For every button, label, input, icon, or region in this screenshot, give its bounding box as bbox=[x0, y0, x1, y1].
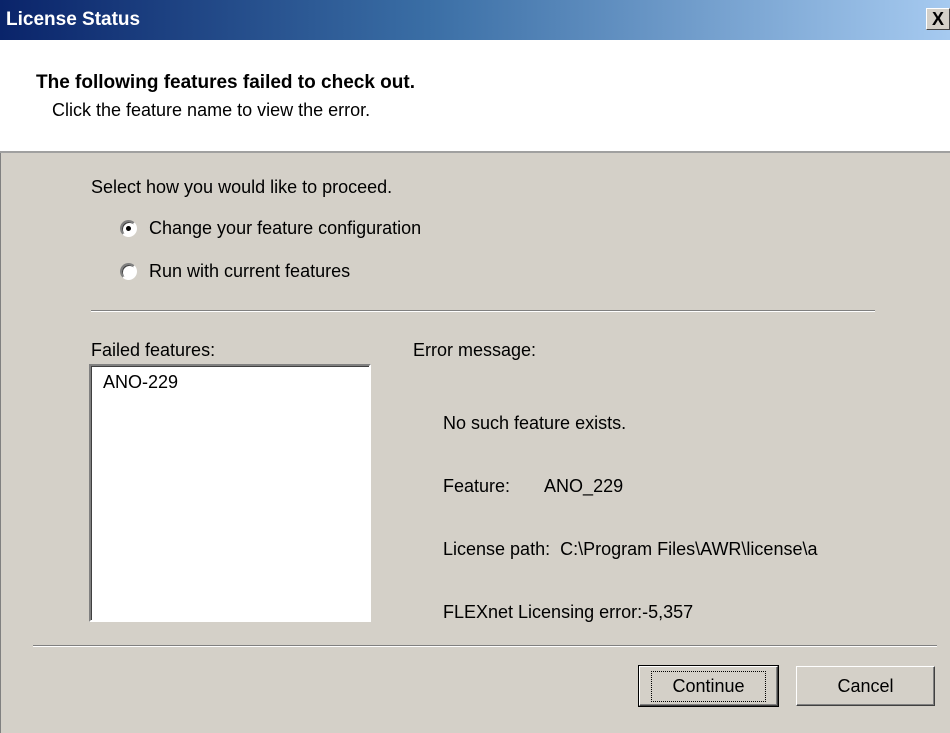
cancel-button-label[interactable]: Cancel bbox=[837, 676, 893, 697]
radio-button-unchecked[interactable] bbox=[120, 263, 137, 280]
close-icon: X bbox=[931, 9, 944, 29]
close-button[interactable]: X bbox=[926, 8, 950, 30]
radio-button-checked[interactable] bbox=[120, 220, 137, 237]
dialog-left-border bbox=[0, 153, 6, 733]
continue-button[interactable]: Continue bbox=[638, 665, 779, 707]
list-item[interactable]: ANO-229 bbox=[103, 372, 369, 393]
error-message-body: No such feature exists. Feature: ANO_229… bbox=[443, 371, 817, 644]
continue-button-label[interactable]: Continue bbox=[651, 670, 766, 702]
cancel-button[interactable]: Cancel bbox=[796, 666, 935, 706]
error-line: FLEXnet Licensing error:-5,357 bbox=[443, 602, 694, 622]
header-panel: The following features failed to check o… bbox=[0, 40, 950, 153]
radio-run-current[interactable]: Run with current features bbox=[120, 261, 350, 282]
separator-bottom bbox=[33, 645, 937, 647]
failed-features-label: Failed features: bbox=[91, 340, 216, 360]
radio-label-change-configuration[interactable]: Change your feature configuration bbox=[149, 218, 421, 239]
error-line: No such feature exists. bbox=[443, 413, 627, 433]
radio-change-configuration[interactable]: Change your feature configuration bbox=[120, 218, 421, 239]
failed-features-list[interactable]: ANO-229 bbox=[89, 364, 371, 622]
proceed-prompt: Select how you would like to proceed. bbox=[91, 177, 393, 197]
separator-top bbox=[91, 310, 875, 312]
error-line: License path: C:\Program Files\AWR\licen… bbox=[443, 539, 818, 559]
error-line: Feature: ANO_229 bbox=[443, 476, 624, 496]
title-bar: License Status X bbox=[0, 0, 950, 40]
header-title: The following features failed to check o… bbox=[36, 72, 415, 93]
header-subtitle: Click the feature name to view the error… bbox=[52, 100, 371, 120]
radio-label-run-current[interactable]: Run with current features bbox=[149, 261, 350, 282]
error-message-label: Error message: bbox=[413, 340, 537, 360]
window-title: License Status bbox=[6, 9, 141, 30]
